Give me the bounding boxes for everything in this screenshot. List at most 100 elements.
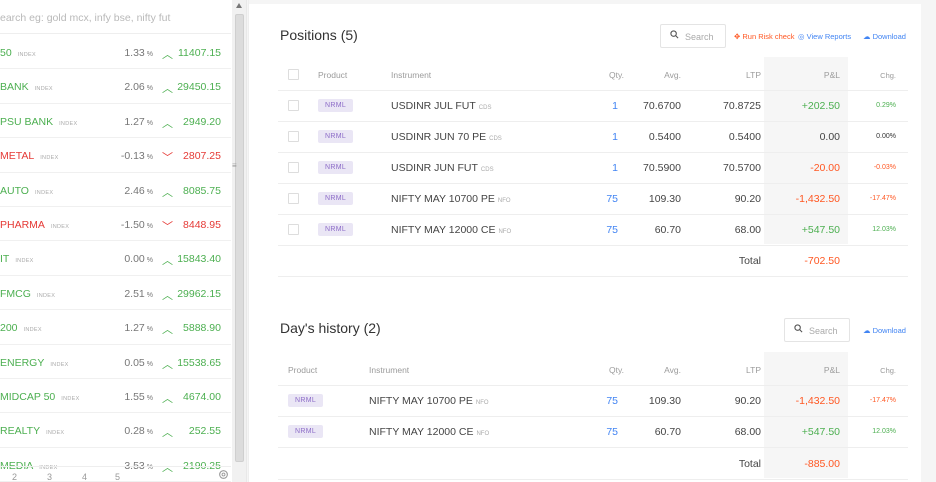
- average-price: 60.70: [654, 426, 681, 438]
- col-qty[interactable]: Qty.: [609, 70, 624, 80]
- scrollbar-thumb[interactable]: [235, 14, 244, 462]
- change-percent: 1.27%: [124, 322, 153, 335]
- col-chg[interactable]: Chg.: [880, 71, 896, 80]
- product-badge: NRML: [288, 425, 324, 438]
- watchlist-search-input[interactable]: earch eg: gold mcx, infy bse, nifty fut: [0, 0, 231, 34]
- instrument-name[interactable]: USDINR JUL FUT CDS: [391, 100, 491, 112]
- index-tag: INDEX: [15, 258, 34, 265]
- row-checkbox[interactable]: [288, 162, 299, 173]
- product-badge: NRML: [318, 192, 354, 205]
- change-percent: 0.00%: [124, 253, 153, 266]
- index-tag: INDEX: [59, 120, 78, 127]
- chevron-up-icon: ︿: [162, 186, 173, 199]
- watchlist-item[interactable]: IT INDEX 0.00% ︿ 15843.40: [0, 241, 231, 276]
- col-ltp[interactable]: LTP: [746, 70, 761, 80]
- profit-loss: -1,432.50: [795, 193, 840, 205]
- row-checkbox[interactable]: [288, 100, 299, 111]
- col-pnl[interactable]: P&L: [824, 70, 840, 80]
- quantity: 1: [612, 162, 618, 174]
- page-tab[interactable]: 5: [115, 472, 120, 482]
- exchange-tag: NFO: [476, 431, 490, 437]
- run-risk-check-button[interactable]: ✥ Run Risk check: [734, 32, 794, 41]
- page-tab[interactable]: 4: [82, 472, 87, 482]
- watchlist-item[interactable]: PSU BANK INDEX 1.27% ︿ 2949.20: [0, 104, 231, 139]
- last-price: 2949.20: [183, 115, 221, 128]
- instrument-name[interactable]: USDINR JUN FUT CDS: [391, 162, 494, 174]
- table-row[interactable]: NRML NIFTY MAY 10700 PE NFO 75 109.30 90.20 -1…: [278, 386, 908, 417]
- instrument-name[interactable]: NIFTY MAY 10700 PE NFO: [369, 395, 489, 407]
- change-percent: 12.03%: [872, 226, 896, 233]
- col-instrument[interactable]: Instrument: [391, 70, 431, 80]
- exchange-tag: NFO: [475, 400, 489, 406]
- positions-total-row: Total -702.50: [278, 246, 908, 277]
- history-search-input[interactable]: Search: [784, 318, 850, 342]
- watchlist-item[interactable]: 50 INDEX 1.33% ︿ 11407.15: [0, 35, 231, 70]
- table-row[interactable]: NRML NIFTY MAY 12000 CE NFO 75 60.70 68.00 +54…: [278, 417, 908, 448]
- instrument-name: METAL INDEX: [0, 150, 59, 163]
- drag-handle-icon[interactable]: ≡: [232, 161, 237, 170]
- col-pnl[interactable]: P&L: [824, 365, 840, 375]
- watchlist-panel: earch eg: gold mcx, infy bse, nifty fut …: [0, 0, 247, 482]
- index-tag: INDEX: [34, 86, 53, 93]
- col-avg[interactable]: Avg.: [664, 365, 681, 375]
- chevron-up-icon: ︿: [162, 358, 173, 371]
- change-percent: 0.28%: [124, 425, 153, 438]
- last-price: 8085.75: [183, 184, 221, 197]
- col-product[interactable]: Product: [288, 365, 317, 375]
- col-chg[interactable]: Chg.: [880, 366, 896, 375]
- watchlist-item[interactable]: METAL INDEX -0.13% ﹀ 2807.25: [0, 138, 231, 173]
- positions-search-input[interactable]: Search: [660, 24, 726, 48]
- col-ltp[interactable]: LTP: [746, 365, 761, 375]
- instrument-name: MIDCAP 50 INDEX: [0, 391, 80, 403]
- download-button[interactable]: ☁ Download: [863, 32, 906, 41]
- watchlist-item[interactable]: MIDCAP 50 INDEX 1.55% ︿ 4674.00: [0, 379, 231, 414]
- row-checkbox[interactable]: [288, 131, 299, 142]
- col-avg[interactable]: Avg.: [664, 70, 681, 80]
- watchlist-item[interactable]: FMCG INDEX 2.51% ︿ 29962.15: [0, 276, 231, 311]
- col-qty[interactable]: Qty.: [609, 365, 624, 375]
- product-badge: NRML: [318, 130, 354, 143]
- index-tag: INDEX: [40, 155, 59, 162]
- quantity: 1: [612, 100, 618, 112]
- instrument-name[interactable]: NIFTY MAY 12000 CE NFO: [391, 224, 511, 236]
- watchlist-item[interactable]: AUTO INDEX 2.46% ︿ 8085.75: [0, 173, 231, 207]
- last-traded-price: 90.20: [734, 193, 761, 205]
- gear-icon[interactable]: [218, 469, 229, 482]
- instrument-name: ENERGY INDEX: [0, 356, 69, 369]
- page-tab[interactable]: 3: [47, 472, 52, 482]
- watchlist-item[interactable]: PHARMA INDEX -1.50% ﹀ 8448.95: [0, 207, 231, 242]
- watchlist-item[interactable]: 200 INDEX 1.27% ︿ 5888.90: [0, 310, 231, 345]
- table-row[interactable]: NRML USDINR JUN FUT CDS 1 70.5900 70.5700 -20.…: [278, 153, 908, 184]
- instrument-name: BANK INDEX: [0, 81, 53, 94]
- quantity: 75: [606, 224, 618, 236]
- instrument-name[interactable]: NIFTY MAY 10700 PE NFO: [391, 193, 511, 205]
- total-value: -702.50: [804, 255, 840, 267]
- watchlist-item[interactable]: REALTY INDEX 0.28% ︿ 252.55: [0, 413, 231, 448]
- watchlist-item[interactable]: BANK INDEX 2.06% ︿ 29450.15: [0, 69, 231, 104]
- last-price: 8448.95: [183, 219, 221, 231]
- app: earch eg: gold mcx, infy bse, nifty fut …: [0, 0, 936, 482]
- scroll-up-icon[interactable]: [236, 3, 242, 8]
- col-instrument[interactable]: Instrument: [369, 365, 409, 375]
- change-percent: -1.50%: [120, 219, 153, 231]
- col-product[interactable]: Product: [318, 70, 347, 80]
- page-tab[interactable]: 2: [12, 472, 17, 482]
- view-reports-button[interactable]: ◎ View Reports: [798, 32, 851, 41]
- instrument-name[interactable]: NIFTY MAY 12000 CE NFO: [369, 426, 489, 438]
- row-checkbox[interactable]: [288, 193, 299, 204]
- change-percent: 0.29%: [876, 102, 896, 109]
- table-row[interactable]: NRML NIFTY MAY 12000 CE NFO 75 60.70 68.00 +54…: [278, 215, 908, 246]
- product-badge: NRML: [288, 394, 324, 407]
- watchlist-scrollbar[interactable]: [232, 0, 246, 482]
- instrument-name[interactable]: USDINR JUN 70 PE CDS: [391, 131, 502, 143]
- history-download-button[interactable]: ☁ Download: [863, 326, 906, 335]
- select-all-checkbox[interactable]: [288, 69, 299, 80]
- table-row[interactable]: NRML USDINR JUL FUT CDS 1 70.6700 70.8725 +202…: [278, 91, 908, 122]
- change-percent: 1.33%: [124, 47, 153, 59]
- table-row[interactable]: NRML USDINR JUN 70 PE CDS 1 0.5400 0.5400 0.00…: [278, 122, 908, 153]
- row-checkbox[interactable]: [288, 224, 299, 235]
- chevron-up-icon: ︿: [162, 324, 173, 337]
- table-row[interactable]: NRML NIFTY MAY 10700 PE NFO 75 109.30 90.20 -1…: [278, 184, 908, 215]
- top-strip: [249, 0, 922, 4]
- watchlist-item[interactable]: ENERGY INDEX 0.05% ︿ 15538.65: [0, 345, 231, 379]
